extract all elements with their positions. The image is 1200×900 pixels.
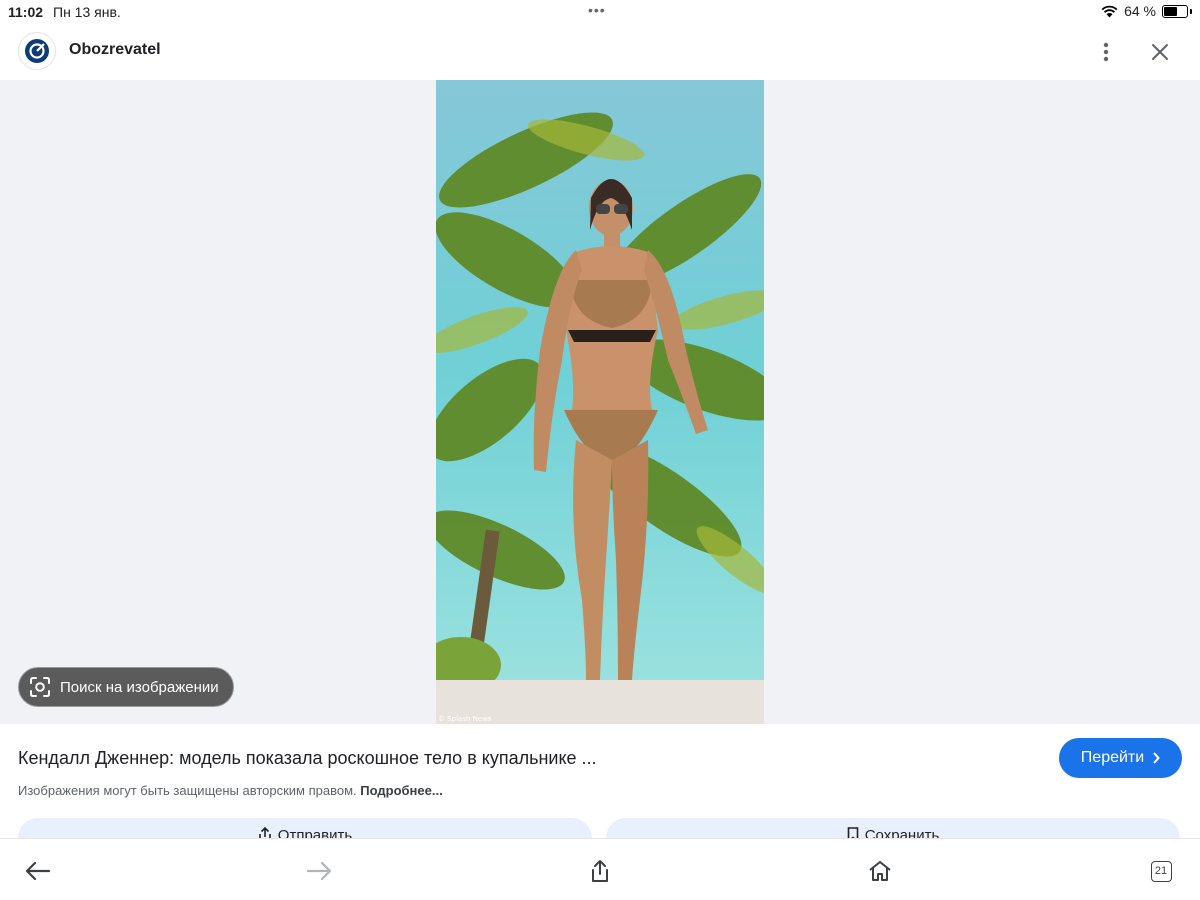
tabs-icon[interactable]: 21 xyxy=(1143,853,1179,889)
photo-credit: © Splash News xyxy=(438,715,492,723)
lens-icon xyxy=(30,677,50,697)
copyright-notice: Изображения могут быть защищены авторски… xyxy=(18,783,443,798)
status-time: 11:02 xyxy=(8,4,44,20)
chevron-right-icon xyxy=(1153,752,1161,764)
visual-search-label: Поиск на изображении xyxy=(60,678,219,696)
image-title[interactable]: Кендалл Дженнер: модель показала роскошн… xyxy=(18,748,597,769)
image-info-panel: Кендалл Дженнер: модель показала роскошн… xyxy=(0,724,1200,858)
battery-percent: 64 % xyxy=(1124,3,1156,19)
close-icon[interactable] xyxy=(1144,36,1176,68)
tabs-count: 21 xyxy=(1150,860,1172,882)
image-viewer: © Splash News Поиск на изображении xyxy=(0,80,1200,724)
battery-icon xyxy=(1162,4,1188,18)
status-date: Пн 13 янв. xyxy=(53,4,121,20)
multitask-dots-icon[interactable]: ••• xyxy=(588,2,606,18)
forward-arrow-icon[interactable] xyxy=(301,853,337,889)
more-vert-icon[interactable] xyxy=(1090,36,1122,68)
visit-button[interactable]: Перейти xyxy=(1059,738,1182,778)
main-photo[interactable]: © Splash News xyxy=(436,80,764,724)
share-icon[interactable] xyxy=(582,853,618,889)
site-logo-icon[interactable] xyxy=(18,32,56,70)
learn-more-link[interactable]: Подробнее... xyxy=(360,783,442,798)
home-icon[interactable] xyxy=(862,853,898,889)
visit-label: Перейти xyxy=(1080,749,1145,766)
site-name[interactable]: Obozrevatel xyxy=(69,41,161,59)
status-indicators: 64 % xyxy=(1101,3,1192,19)
bottom-toolbar: 21 xyxy=(0,838,1200,900)
back-arrow-icon[interactable] xyxy=(20,853,56,889)
visual-search-button[interactable]: Поиск на изображении xyxy=(18,667,234,707)
wifi-icon xyxy=(1101,5,1118,17)
header: Obozrevatel xyxy=(0,24,1200,80)
status-bar: 11:02 Пн 13 янв. ••• 64 % xyxy=(0,0,1200,24)
copyright-text: Изображения могут быть защищены авторски… xyxy=(18,783,357,798)
